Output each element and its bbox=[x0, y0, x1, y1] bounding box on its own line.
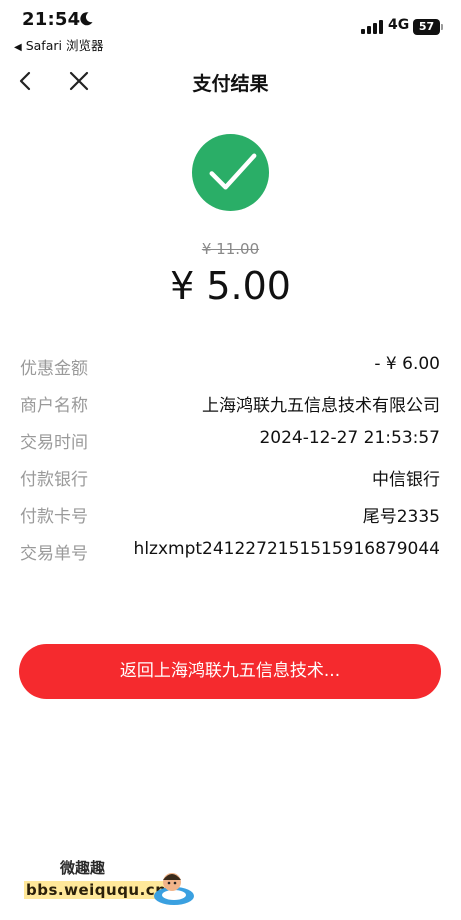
detail-label: 交易时间 bbox=[20, 433, 88, 453]
detail-row-card: 付款卡号 尾号2335 bbox=[20, 498, 440, 535]
detail-label: 交易单号 bbox=[20, 544, 88, 564]
back-app-label: Safari 浏览器 bbox=[25, 38, 104, 53]
detail-row-order-id: 交易单号 hlzxmpt2412272151515916879044 bbox=[20, 535, 440, 572]
detail-value: hlzxmpt2412272151515916879044 bbox=[133, 539, 440, 559]
watermark-url: bbs.weiququ.cn bbox=[24, 881, 169, 899]
back-to-app-link[interactable]: ◀ Safari 浏览器 bbox=[14, 35, 103, 54]
detail-label: 优惠金额 bbox=[20, 359, 88, 379]
original-amount: ¥ 11.00 bbox=[201, 240, 260, 258]
moon-icon bbox=[80, 12, 93, 26]
mascot-icon bbox=[154, 873, 194, 905]
watermark-title: 微趣趣 bbox=[60, 859, 106, 877]
network-type: 4G bbox=[388, 17, 410, 33]
detail-value: - ¥ 6.00 bbox=[374, 354, 440, 374]
battery-icon: 57 bbox=[413, 19, 443, 35]
status-bar: 21:54 ◀ Safari 浏览器 4G 57 bbox=[0, 0, 461, 54]
return-to-merchant-button[interactable]: 返回上海鸿联九五信息技术... bbox=[19, 644, 441, 699]
detail-value: 上海鸿联九五信息技术有限公司 bbox=[202, 396, 440, 416]
paid-amount: ¥ 5.00 bbox=[170, 264, 291, 308]
detail-row-bank: 付款银行 中信银行 bbox=[20, 461, 440, 498]
detail-row-discount: 优惠金额 - ¥ 6.00 bbox=[20, 350, 440, 387]
detail-label: 商户名称 bbox=[20, 396, 88, 416]
cellular-signal-icon bbox=[361, 20, 383, 34]
detail-label: 付款卡号 bbox=[20, 507, 88, 527]
page-title: 支付结果 bbox=[192, 73, 269, 95]
detail-value: 中信银行 bbox=[372, 470, 440, 490]
battery-level: 57 bbox=[418, 20, 435, 33]
detail-label: 付款银行 bbox=[20, 470, 88, 490]
success-check-icon bbox=[191, 133, 270, 212]
detail-row-time: 交易时间 2024-12-27 21:53:57 bbox=[20, 424, 440, 461]
transaction-details: 优惠金额 - ¥ 6.00 商户名称 上海鸿联九五信息技术有限公司 交易时间 2… bbox=[20, 350, 440, 572]
detail-value: 尾号2335 bbox=[362, 507, 440, 527]
detail-value: 2024-12-27 21:53:57 bbox=[259, 428, 440, 448]
detail-row-merchant: 商户名称 上海鸿联九五信息技术有限公司 bbox=[20, 387, 440, 424]
back-triangle-icon: ◀ bbox=[14, 42, 22, 53]
status-time: 21:54 bbox=[22, 9, 81, 30]
payment-result-page: 21:54 ◀ Safari 浏览器 4G 57 支付结果 ¥ 11.00 ¥ 5… bbox=[0, 0, 461, 920]
